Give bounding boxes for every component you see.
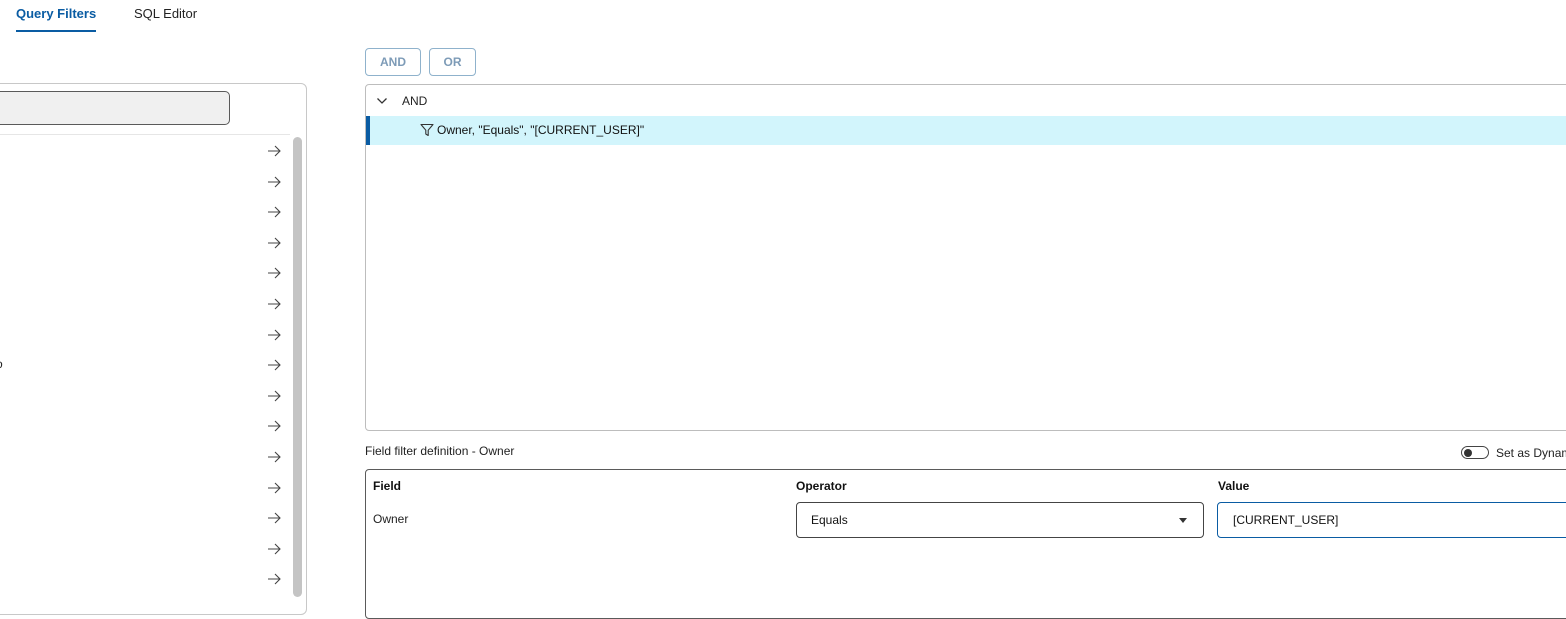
column-header-value: Value <box>1218 479 1250 493</box>
arrow-right-icon[interactable] <box>267 481 282 495</box>
toggle-knob <box>1464 448 1472 457</box>
field-list-item[interactable] <box>0 228 290 258</box>
field-list-scrollbar[interactable] <box>293 137 302 597</box>
tree-filter-node-label: Owner, "Equals", "[CURRENT_USER]" <box>437 123 645 137</box>
arrow-right-icon[interactable] <box>267 419 282 433</box>
arrow-right-icon[interactable] <box>267 328 282 342</box>
field-list-item[interactable] <box>0 503 290 533</box>
arrow-right-icon[interactable] <box>267 205 282 219</box>
arrow-right-icon[interactable] <box>267 358 282 372</box>
add-and-group-button[interactable]: AND <box>365 48 421 76</box>
field-list-item[interactable] <box>0 564 290 594</box>
field-list-item[interactable] <box>0 167 290 197</box>
arrow-right-icon[interactable] <box>267 511 282 525</box>
arrow-right-icon[interactable] <box>267 542 282 556</box>
field-list-item[interactable] <box>0 442 290 472</box>
field-filter-definition-title: Field filter definition - Owner <box>365 444 515 458</box>
arrow-right-icon[interactable] <box>267 144 282 158</box>
set-as-dynamic-toggle[interactable] <box>1461 446 1489 459</box>
tree-root-label: AND <box>402 94 428 108</box>
field-list-item[interactable] <box>0 534 290 564</box>
arrow-right-icon[interactable] <box>267 175 282 189</box>
field-list-item[interactable] <box>0 289 290 319</box>
field-list-item[interactable] <box>0 411 290 441</box>
field-list-item[interactable] <box>0 258 290 288</box>
chevron-down-icon[interactable] <box>376 95 388 107</box>
field-list-item[interactable] <box>0 136 290 166</box>
arrow-right-icon[interactable] <box>267 297 282 311</box>
set-as-dynamic-label: Set as Dynamic <box>1496 446 1566 460</box>
field-list-item[interactable] <box>0 350 290 380</box>
caret-down-icon <box>1179 518 1187 523</box>
operator-select[interactable]: Equals <box>796 502 1204 538</box>
arrow-right-icon[interactable] <box>267 266 282 280</box>
operator-selected-value: Equals <box>811 513 848 527</box>
column-header-operator: Operator <box>796 479 847 493</box>
arrow-right-icon[interactable] <box>267 572 282 586</box>
arrow-right-icon[interactable] <box>267 450 282 464</box>
field-filter-definition-panel <box>365 469 1566 619</box>
add-or-group-button[interactable]: OR <box>429 48 476 76</box>
field-list-item[interactable] <box>0 320 290 350</box>
field-item-text: o <box>0 357 3 371</box>
field-list-item[interactable] <box>0 473 290 503</box>
tree-filter-node-selected[interactable]: Owner, "Equals", "[CURRENT_USER]" <box>366 116 1566 145</box>
field-list-item[interactable] <box>0 381 290 411</box>
column-header-field: Field <box>373 479 402 493</box>
field-list-item[interactable] <box>0 197 290 227</box>
filter-icon <box>420 123 434 137</box>
field-list <box>0 0 300 600</box>
arrow-right-icon[interactable] <box>267 389 282 403</box>
arrow-right-icon[interactable] <box>267 236 282 250</box>
value-input[interactable] <box>1217 502 1566 538</box>
field-name-value: Owner <box>373 512 409 526</box>
